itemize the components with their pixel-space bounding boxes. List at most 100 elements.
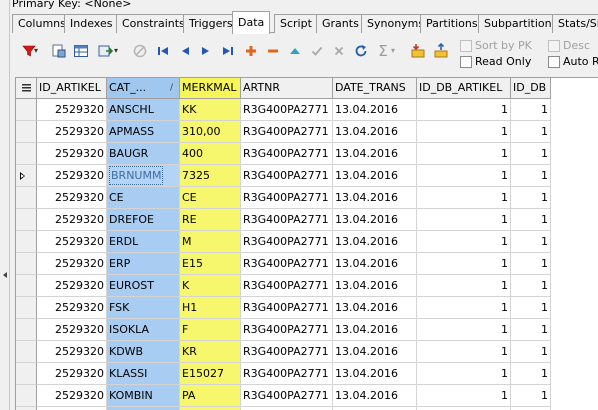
cell-id-db[interactable]: 1: [511, 363, 551, 385]
cell-date-trans[interactable]: 13.04.2016: [333, 231, 417, 253]
cell-merkmal[interactable]: H1: [180, 297, 241, 319]
row-indicator[interactable]: [16, 209, 37, 231]
cell-id-db[interactable]: 1: [511, 99, 551, 121]
tab-subpartitions[interactable]: Subpartitions: [478, 14, 564, 33]
insert-record-icon[interactable]: [242, 42, 260, 60]
cell-artnr[interactable]: R3G400PA2771: [241, 121, 333, 143]
cell-artnr[interactable]: R3G400PA2771: [241, 275, 333, 297]
cell-id-db-artikel[interactable]: 1: [417, 143, 511, 165]
first-record-icon[interactable]: [154, 42, 172, 60]
row-indicator[interactable]: [16, 275, 37, 297]
read-only-checkbox[interactable]: [460, 56, 472, 68]
prior-record-icon[interactable]: [176, 42, 194, 60]
cell-date-trans[interactable]: 13.04.2016: [333, 385, 417, 407]
cell-id-artikel[interactable]: 2529320: [37, 385, 107, 407]
load-icon[interactable]: [432, 42, 450, 60]
tab-columns[interactable]: Columns: [12, 14, 72, 33]
cell-id-artikel[interactable]: 2529320: [37, 231, 107, 253]
cell-id-db[interactable]: 1: [511, 187, 551, 209]
cell-id-db-artikel[interactable]: 1: [417, 297, 511, 319]
cell-id-db[interactable]: 1: [511, 143, 551, 165]
cell-artnr[interactable]: R3G400PA2771: [241, 363, 333, 385]
auto-refresh-checkbox[interactable]: [548, 56, 560, 68]
cell-id-db[interactable]: 1: [511, 253, 551, 275]
cell-id-artikel[interactable]: 2529320: [37, 341, 107, 363]
cell-cat[interactable]: CE: [107, 187, 180, 209]
cell-artnr[interactable]: R3G400PA2771: [241, 341, 333, 363]
filter-dropdown-arrow-icon[interactable]: ▾: [32, 42, 40, 60]
cell-cat[interactable]: KDWB: [107, 341, 180, 363]
cell-id-db[interactable]: 1: [511, 121, 551, 143]
cell-artnr[interactable]: R3G400PA2771: [241, 253, 333, 275]
row-indicator[interactable]: [16, 319, 37, 341]
cell-id-db-artikel[interactable]: 1: [417, 319, 511, 341]
cell-date-trans[interactable]: 13.04.2016: [333, 275, 417, 297]
cell-artnr[interactable]: R3G400PA2771: [241, 165, 333, 187]
cell-artnr[interactable]: R3G400PA2771: [241, 231, 333, 253]
cell-id-db-artikel[interactable]: 1: [417, 385, 511, 407]
tab-indexes[interactable]: Indexes: [64, 14, 119, 33]
cell-cat[interactable]: ISOKLA: [107, 319, 180, 341]
cell-id-db-artikel[interactable]: 1: [417, 363, 511, 385]
cell-id-db-artikel[interactable]: 1: [417, 231, 511, 253]
cell-id-artikel[interactable]: 2529320: [37, 363, 107, 385]
cell-artnr[interactable]: R3G400PA2771: [241, 209, 333, 231]
cell-id-db[interactable]: 1: [511, 319, 551, 341]
cell-merkmal[interactable]: 7325: [180, 165, 241, 187]
tab-constraints[interactable]: Constraints: [116, 14, 191, 33]
tab-stats-size[interactable]: Stats/Siz: [552, 14, 598, 33]
cell-id-artikel[interactable]: 2529320: [37, 253, 107, 275]
collapse-arrow-icon[interactable]: [3, 268, 7, 282]
cell-id-artikel[interactable]: 2529320: [37, 143, 107, 165]
left-splitter[interactable]: [0, 0, 10, 410]
cell-merkmal[interactable]: E15: [180, 253, 241, 275]
tab-data[interactable]: Data: [232, 11, 271, 34]
cell-artnr[interactable]: R3G400PA2771: [241, 187, 333, 209]
cell-date-trans[interactable]: 13.04.2016: [333, 143, 417, 165]
cell-artnr[interactable]: R3G400PA2771: [241, 99, 333, 121]
cell-merkmal[interactable]: M: [180, 231, 241, 253]
cell-id-db-artikel[interactable]: 1: [417, 275, 511, 297]
cell-id-db[interactable]: 1: [511, 385, 551, 407]
cell-id-db-artikel[interactable]: 1: [417, 165, 511, 187]
edit-record-icon[interactable]: [286, 42, 304, 60]
cell-id-artikel[interactable]: 2529320: [37, 99, 107, 121]
column-header-cat[interactable]: CAT_... /: [107, 78, 180, 99]
cell-cat[interactable]: ERP: [107, 253, 180, 275]
tab-triggers[interactable]: Triggers: [183, 14, 239, 33]
column-header-merkmal[interactable]: MERKMAL: [180, 78, 241, 99]
cell-artnr[interactable]: R3G400PA2771: [241, 385, 333, 407]
cell-date-trans[interactable]: 13.04.2016: [333, 341, 417, 363]
row-indicator[interactable]: [16, 231, 37, 253]
row-indicator[interactable]: [16, 297, 37, 319]
row-indicator[interactable]: [16, 99, 37, 121]
cell-cat[interactable]: KLASSI: [107, 363, 180, 385]
cell-cat[interactable]: DREFOE: [107, 209, 180, 231]
cell-id-artikel[interactable]: 2529320: [37, 121, 107, 143]
data-grid[interactable]: ID_ARTIKEL CAT_... / MERKMAL ARTNR DATE_…: [15, 77, 598, 410]
cell-artnr[interactable]: R3G400PA2771: [241, 143, 333, 165]
cell-date-trans[interactable]: 13.04.2016: [333, 121, 417, 143]
cell-artnr[interactable]: R3G400PA2771: [241, 319, 333, 341]
cell-cat[interactable]: FSK: [107, 297, 180, 319]
tab-script[interactable]: Script: [274, 14, 318, 33]
grid-menu-button[interactable]: [16, 78, 37, 99]
cell-id-artikel[interactable]: 2529320: [37, 165, 107, 187]
column-header-artnr[interactable]: ARTNR: [241, 78, 333, 99]
cell-merkmal[interactable]: E15027: [180, 363, 241, 385]
column-header-date-trans[interactable]: DATE_TRANS: [333, 78, 417, 99]
cell-artnr[interactable]: R3G400PA2771: [241, 297, 333, 319]
tab-partitions[interactable]: Partitions: [420, 14, 484, 33]
cell-id-db-artikel[interactable]: 1: [417, 99, 511, 121]
cell-id-artikel[interactable]: 2529320: [37, 275, 107, 297]
cell-id-artikel[interactable]: 2529320: [37, 209, 107, 231]
cell-cat[interactable]: APMASS: [107, 121, 180, 143]
cell-cat[interactable]: ERDL: [107, 231, 180, 253]
grid-view-icon[interactable]: [72, 42, 90, 60]
save-icon[interactable]: [409, 42, 427, 60]
cell-id-db-artikel[interactable]: 1: [417, 209, 511, 231]
cell-id-artikel[interactable]: 2529320: [37, 187, 107, 209]
row-indicator[interactable]: [16, 143, 37, 165]
cell-id-artikel[interactable]: 2529320: [37, 319, 107, 341]
cell-id-db[interactable]: 1: [511, 231, 551, 253]
